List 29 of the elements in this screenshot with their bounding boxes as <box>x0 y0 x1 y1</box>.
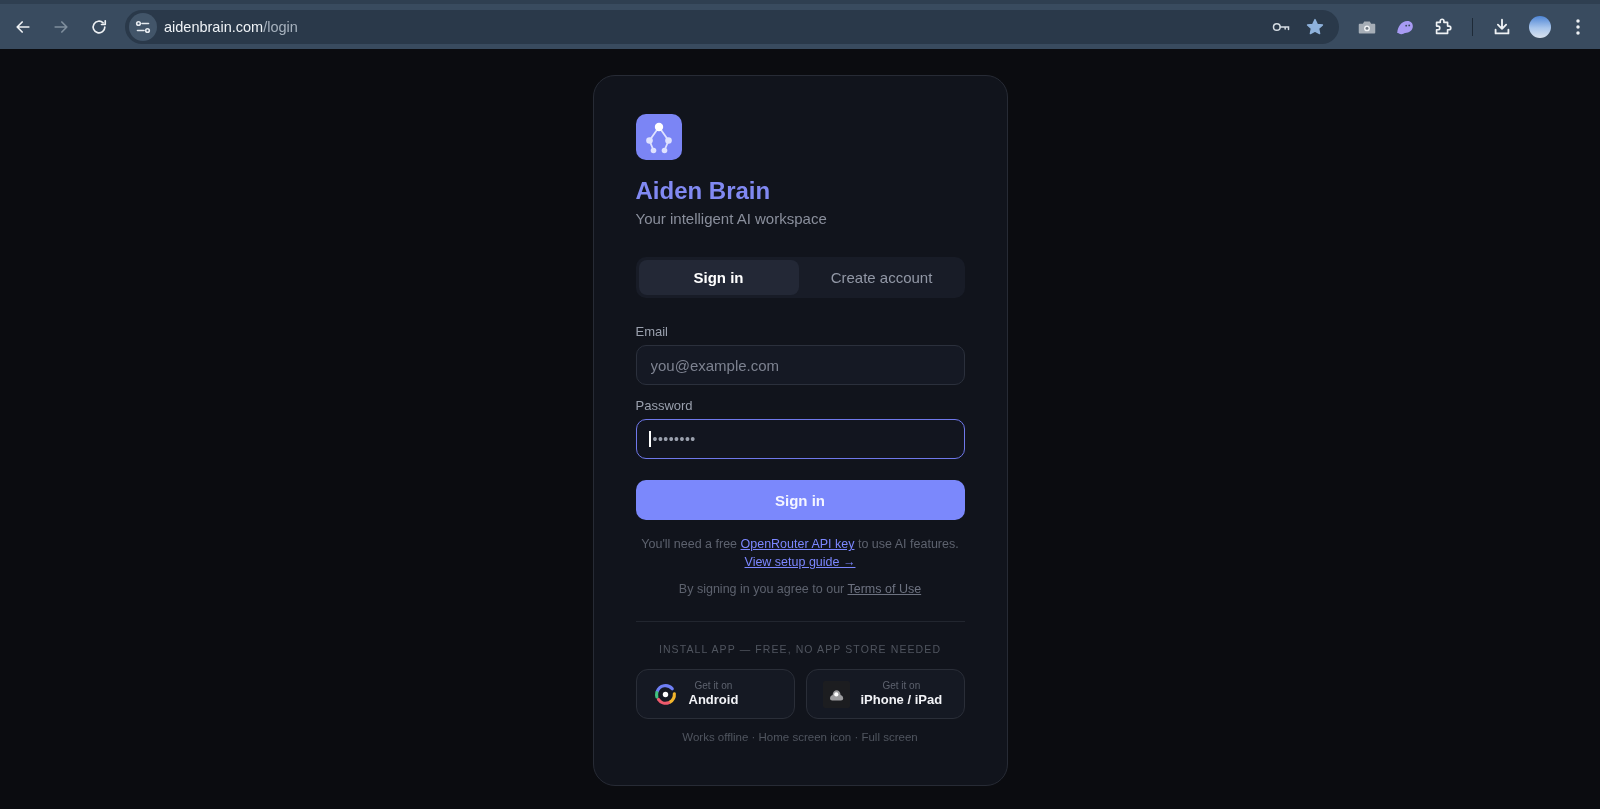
terms-link[interactable]: Terms of Use <box>847 582 922 596</box>
app-title: Aiden Brain <box>635 177 772 205</box>
install-features: Works offline · Home screen icon · Full screen <box>681 730 919 744</box>
app-overline: Get it on <box>694 680 733 692</box>
api-key-link[interactable]: OpenRouter API key <box>740 537 855 551</box>
cloud-tile-icon <box>822 680 850 708</box>
address-bar[interactable]: aidenbrain.com/login <box>125 9 1339 44</box>
profile-avatar[interactable] <box>1529 15 1551 38</box>
url-text[interactable]: aidenbrain.com/login <box>164 18 298 35</box>
logo-icon <box>635 114 682 160</box>
android-button[interactable]: Get it on Android <box>635 669 795 719</box>
app-platform: iPhone / iPad <box>860 692 943 708</box>
install-caption: INSTALL APP — FREE, NO APP STORE NEEDED <box>657 642 943 656</box>
app-tagline: Your intelligent AI workspace <box>635 210 828 228</box>
password-field[interactable]: •••••••• <box>635 419 965 459</box>
ring-icon <box>652 681 678 707</box>
text-cursor-icon <box>648 431 651 447</box>
setup-guide-link[interactable]: View setup guide → <box>744 555 856 569</box>
api-key-notice: You'll need a free OpenRouter API key to use AI features. View setup guide → <box>640 536 960 571</box>
app-platform: Android <box>688 692 739 708</box>
auth-tab[interactable]: Sign in <box>638 260 799 295</box>
field-label: Email <box>635 324 669 340</box>
auth-tab[interactable]: Create account <box>801 260 962 295</box>
site-settings-icon[interactable] <box>129 12 157 41</box>
email-field[interactable]: you@example.com <box>635 345 965 385</box>
iphone-button[interactable]: Get it on iPhone / iPad <box>805 669 965 719</box>
terms-notice: By signing in you agree to our Terms of Use <box>677 581 923 598</box>
field-label: Password <box>635 398 694 414</box>
app-overline: Get it on <box>882 680 921 692</box>
